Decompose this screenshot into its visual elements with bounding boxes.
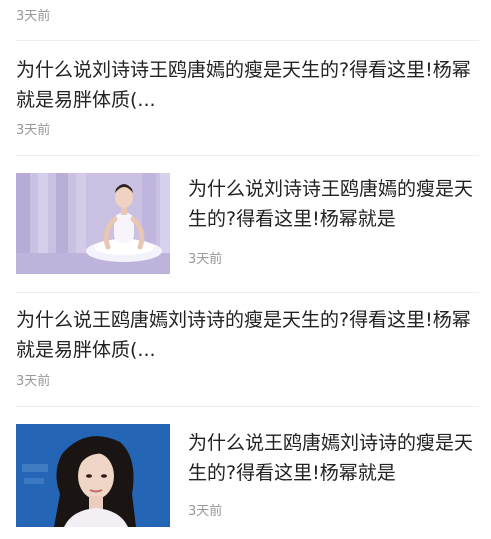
- actress-portrait-photo-thumbnail[interactable]: [16, 424, 170, 527]
- news-feed-list: 3天前 为什么说刘诗诗王鸥唐嫣的瘦是天生的?得看这里!杨幂就是易胖体质(... …: [0, 0, 491, 539]
- news-item-title[interactable]: 为什么说刘诗诗王鸥唐嫣的瘦是天生的?得看这里!杨幂就是易胖体质(...: [16, 55, 476, 115]
- news-item-title[interactable]: 为什么说王鸥唐嫣刘诗诗的瘦是天生的?得看这里!杨幂就是: [188, 428, 480, 488]
- news-item-timestamp: 3天前: [16, 123, 51, 138]
- actress-portrait-photo-icon: [16, 424, 170, 527]
- news-item-timestamp: 3天前: [188, 504, 223, 519]
- news-item-title[interactable]: 为什么说刘诗诗王鸥唐嫣的瘦是天生的?得看这里!杨幂就是: [188, 174, 480, 234]
- top-item-timestamp: 3天前: [16, 9, 51, 24]
- news-item-timestamp: 3天前: [16, 374, 51, 389]
- news-item-title[interactable]: 为什么说王鸥唐嫣刘诗诗的瘦是天生的?得看这里!杨幂就是易胖体质(...: [16, 305, 476, 365]
- divider: [16, 40, 479, 41]
- ballerina-photo-icon: [16, 173, 170, 274]
- news-item-timestamp: 3天前: [188, 252, 223, 267]
- divider: [16, 155, 479, 156]
- divider: [16, 406, 479, 407]
- ballerina-photo-thumbnail[interactable]: [16, 173, 170, 274]
- divider: [16, 292, 479, 293]
